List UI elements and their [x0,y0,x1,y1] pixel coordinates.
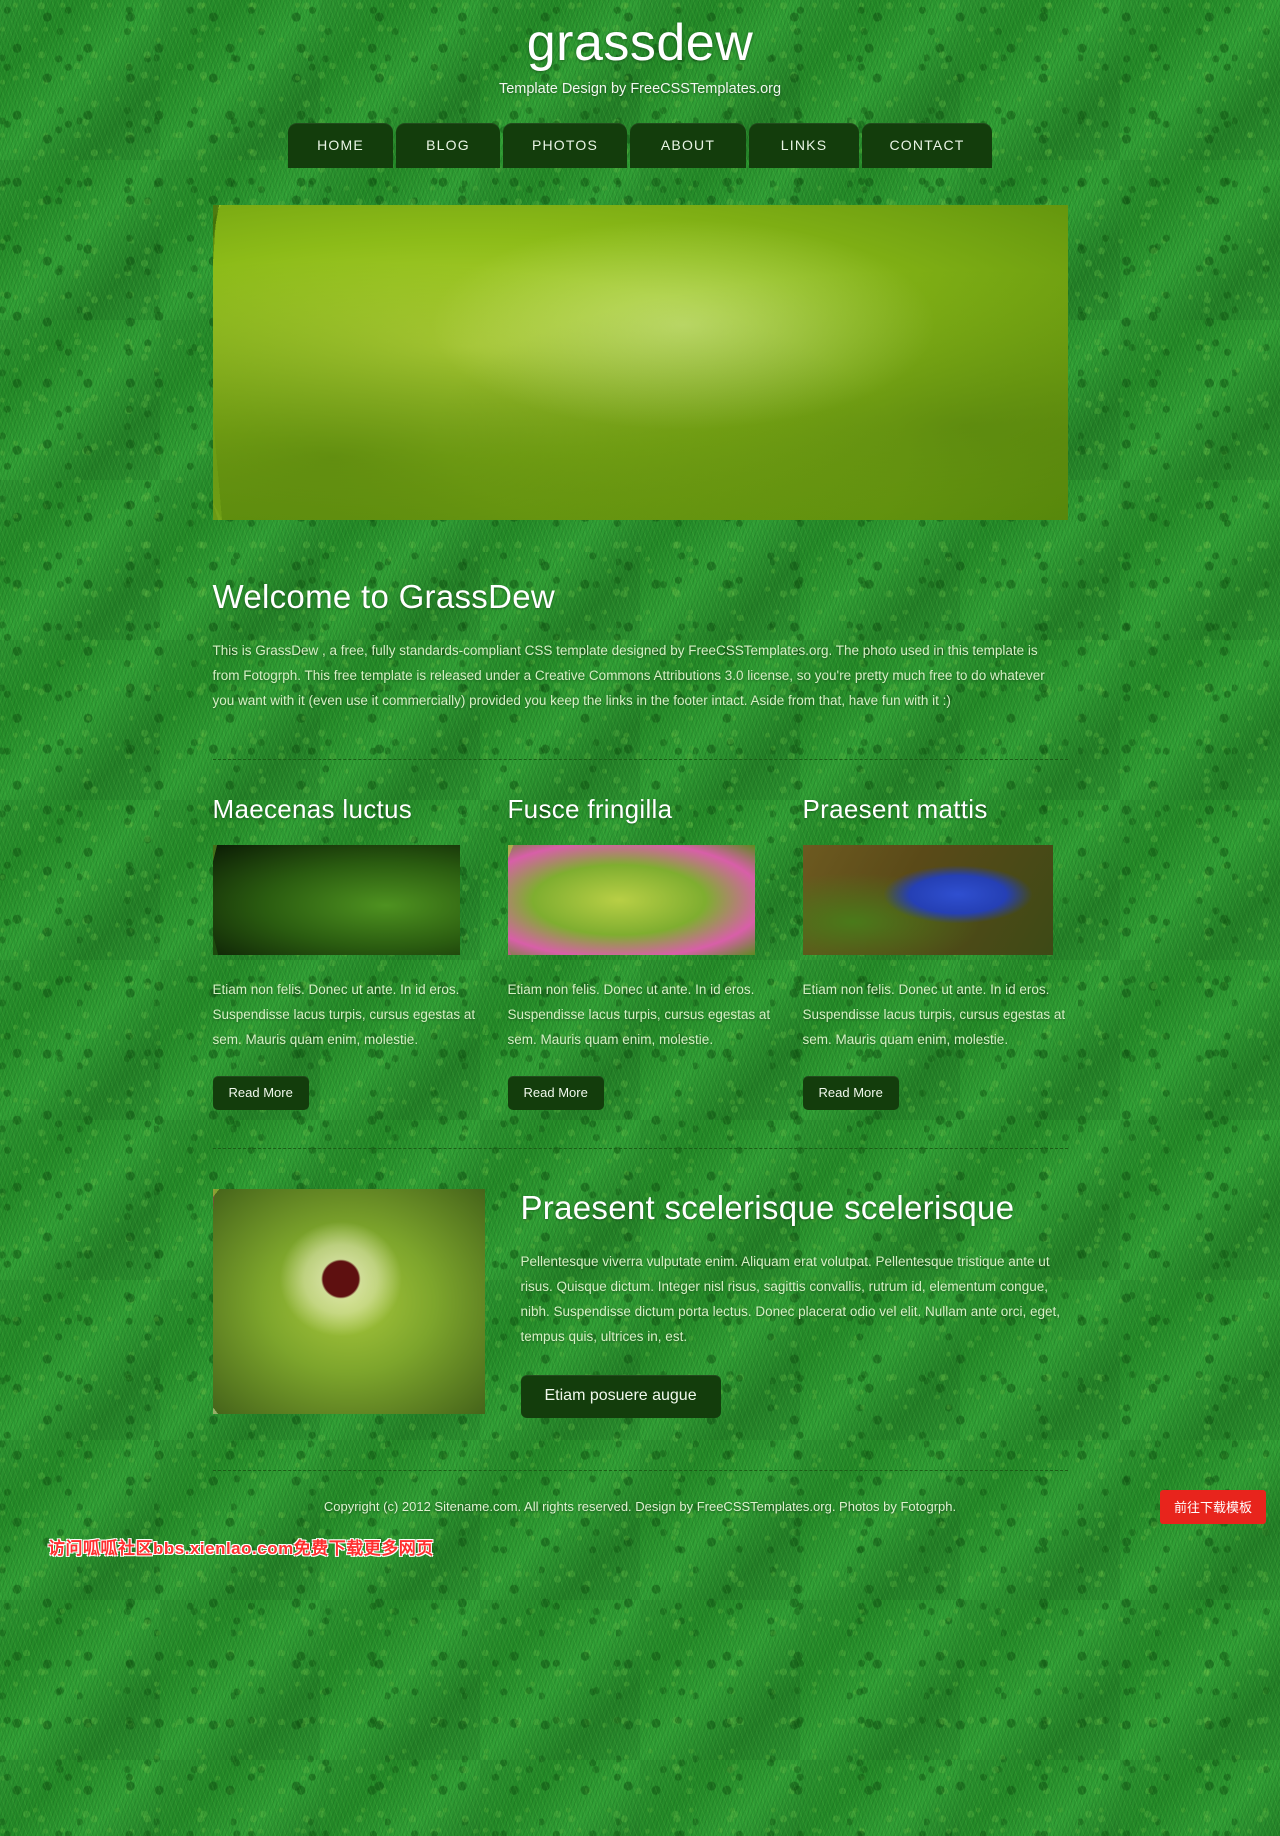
page-root: grassdew Template Design by FreeCSSTempl… [0,0,1280,1514]
nav-item-links[interactable]: LINKS [749,122,859,168]
promo-cta-button[interactable]: Etiam posuere augue [520,1374,721,1418]
promo-thistle-image [212,1188,485,1414]
nav-item-about[interactable]: ABOUT [630,122,746,168]
feature-title: Praesent mattis [802,793,988,824]
feature-body: Etiam non felis. Donec ut ante. In id er… [507,981,771,1047]
feature-column-fusce-fringilla: Fusce fringilla Etiam non felis. Donec u… [507,793,773,1110]
download-template-button[interactable]: 前往下载模板 [1159,1490,1266,1524]
site-title: grassdew [526,14,754,72]
promo-section: Praesent scelerisque scelerisque Pellent… [212,1149,1068,1418]
feature-title: Maecenas luctus [212,793,413,824]
nav-item-home[interactable]: HOME [288,122,393,168]
feature-column-praesent-mattis: Praesent mattis Etiam non felis. Donec u… [802,793,1068,1110]
feature-title: Fusce fringilla [507,793,673,824]
feature-column-maecenas-luctus: Maecenas luctus Etiam non felis. Donec u… [212,793,478,1110]
welcome-paragraph: This is GrassDew , a free, fully standar… [212,642,1045,708]
banner-light-sheen [212,204,1068,520]
read-more-button-2[interactable]: Read More [507,1075,604,1110]
banner-grass-image [212,204,1068,520]
nav-item-contact[interactable]: CONTACT [862,122,992,168]
feature-thumbnail-fern [212,844,460,955]
feature-body: Etiam non felis. Donec ut ante. In id er… [802,981,1066,1047]
read-more-button-3[interactable]: Read More [802,1075,899,1110]
feature-thumbnail-variegated-leaves [507,844,755,955]
feature-thumbnail-blue-flower [802,844,1053,955]
promo-body: Praesent scelerisque scelerisque Pellent… [520,1188,1068,1418]
feature-body: Etiam non felis. Donec ut ante. In id er… [212,981,476,1047]
nav-item-photos[interactable]: PHOTOS [503,122,627,168]
nav-item-blog[interactable]: BLOG [396,122,500,168]
read-more-button-1[interactable]: Read More [212,1075,309,1110]
site-header: grassdew Template Design by FreeCSSTempl… [0,0,1280,168]
footer-copyright-text: Copyright (c) 2012 Sitename.com. All rig… [323,1498,957,1514]
promo-title: Praesent scelerisque scelerisque [520,1188,1015,1226]
feature-columns: Maecenas luctus Etiam non felis. Donec u… [212,760,1068,1110]
site-tagline: Template Design by FreeCSSTemplates.org [498,80,782,97]
site-footer: Copyright (c) 2012 Sitename.com. All rig… [0,1471,1280,1514]
banner-wrapper [0,204,1280,520]
main-navigation: HOME BLOG PHOTOS ABOUT LINKS CONTACT [0,122,1280,168]
promo-paragraph: Pellentesque viverra vulputate enim. Ali… [520,1253,1061,1344]
welcome-title: Welcome to GrassDew [212,577,556,615]
welcome-section: Welcome to GrassDew This is GrassDew , a… [213,520,1068,713]
site-watermark: 访问呱呱社区bbs.xienlao.com免费下载更多网页 [48,1539,434,1558]
